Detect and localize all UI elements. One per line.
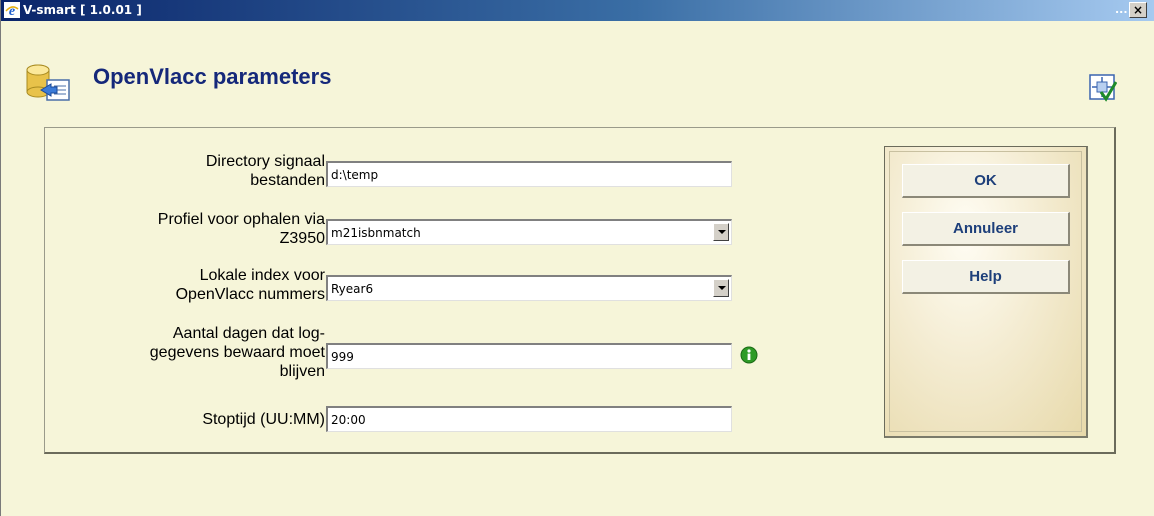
- page-title: OpenVlacc parameters: [93, 64, 332, 89]
- cancel-button[interactable]: Annuleer: [902, 212, 1070, 246]
- label-directory-signaal: Directory signaal bestanden: [206, 152, 325, 190]
- label-profiel-z3950: Profiel voor ophalen via Z3950: [158, 210, 325, 248]
- profiel-z3950-select[interactable]: m21isbnmatch: [326, 219, 732, 245]
- tool-check-icon[interactable]: [1089, 74, 1117, 102]
- title-bar[interactable]: e V-smart [ 1.0.01 ] ... ×: [1, 0, 1154, 21]
- label-line: blijven: [279, 363, 325, 380]
- label-line: Stoptijd (UU:MM): [202, 411, 325, 428]
- label-stoptijd: Stoptijd (UU:MM): [202, 410, 325, 429]
- field-value: d:\temp: [331, 168, 379, 182]
- label-line: Z3950: [279, 230, 325, 247]
- label-line: Directory signaal: [205, 153, 325, 170]
- minimize-button[interactable]: ...: [1115, 2, 1128, 18]
- label-line: OpenVlacc nummers: [175, 286, 325, 303]
- ok-button[interactable]: OK: [902, 164, 1070, 198]
- label-line: bestanden: [250, 172, 325, 189]
- dropdown-arrow-icon[interactable]: [713, 279, 729, 297]
- field-value: Ryear6: [331, 282, 374, 296]
- label-aantal-dagen: Aantal dagen dat log- gegevens bewaard m…: [150, 324, 325, 381]
- database-import-icon: [26, 64, 70, 101]
- field-value: m21isbnmatch: [331, 226, 421, 240]
- field-value: 20:00: [331, 413, 366, 427]
- ie-icon: e: [4, 2, 20, 18]
- aantal-dagen-input[interactable]: 999: [326, 343, 732, 369]
- label-line: gegevens bewaard moet: [149, 344, 325, 361]
- label-line: Aantal dagen dat log-: [172, 325, 325, 342]
- app-window: e V-smart [ 1.0.01 ] ... × OpenVlacc par…: [0, 0, 1154, 516]
- field-value: 999: [331, 350, 354, 364]
- directory-signaal-input[interactable]: d:\temp: [326, 161, 732, 187]
- label-lokale-index: Lokale index voor OpenVlacc nummers: [176, 266, 325, 304]
- info-icon[interactable]: [740, 346, 758, 364]
- window-title: V-smart [ 1.0.01 ]: [23, 3, 142, 17]
- stoptijd-input[interactable]: 20:00: [326, 406, 732, 432]
- label-line: Lokale index voor: [199, 267, 325, 284]
- svg-text:e: e: [9, 4, 15, 18]
- label-line: Profiel voor ophalen via: [157, 211, 325, 228]
- help-button[interactable]: Help: [902, 260, 1070, 294]
- close-button[interactable]: ×: [1129, 2, 1147, 18]
- dropdown-arrow-icon[interactable]: [713, 223, 729, 241]
- lokale-index-select[interactable]: Ryear6: [326, 275, 732, 301]
